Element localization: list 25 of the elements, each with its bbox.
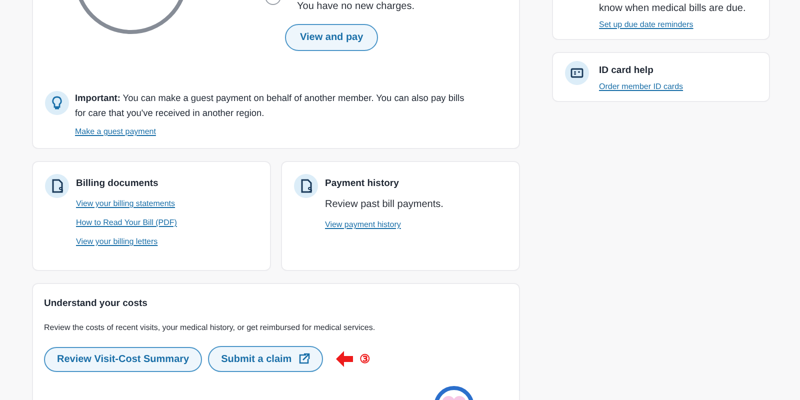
lightbulb-icon — [45, 91, 69, 115]
id-card-icon — [565, 61, 589, 85]
guest-payment-link[interactable]: Make a guest payment — [75, 127, 156, 136]
card-title: Payment history — [325, 178, 400, 189]
card-text: Review past bill payments. — [325, 199, 444, 210]
card-link[interactable]: View your billing letters — [76, 237, 158, 246]
card-link[interactable]: View payment history — [325, 220, 401, 229]
costs-title: Understand your costs — [44, 298, 148, 309]
cost-button[interactable]: Submit a claim — [208, 346, 323, 372]
pointer-arrow-icon — [334, 350, 354, 368]
card-title: ID card help — [599, 65, 654, 76]
reminders-text: know when medical bills are due. — [599, 3, 746, 14]
document-dollar-icon — [294, 174, 318, 198]
card-link[interactable]: Order member ID cards — [599, 82, 684, 91]
card-link[interactable]: View your billing statements — [76, 199, 176, 208]
document-dollar-icon — [45, 174, 69, 198]
card-link[interactable]: How to Read Your Bill (PDF) — [76, 218, 177, 227]
card-title: Billing documents — [76, 178, 160, 189]
important-note: Important: You can make a guest payment on behalf of another member. You can also pay bills for care that you've received in another region. — [75, 92, 466, 120]
reminders-link[interactable]: Set up due date reminders — [599, 20, 694, 29]
view-and-pay-button[interactable]: View and pay — [285, 24, 378, 51]
costs-text: Review the costs of recent visits, your medical history, or get reimbursed for medical services. — [44, 323, 376, 332]
annotation-number: ③ — [360, 352, 371, 366]
balance-status: You have no new charges. — [297, 1, 414, 12]
cost-button[interactable]: Review Visit-Cost Summary — [44, 346, 202, 372]
